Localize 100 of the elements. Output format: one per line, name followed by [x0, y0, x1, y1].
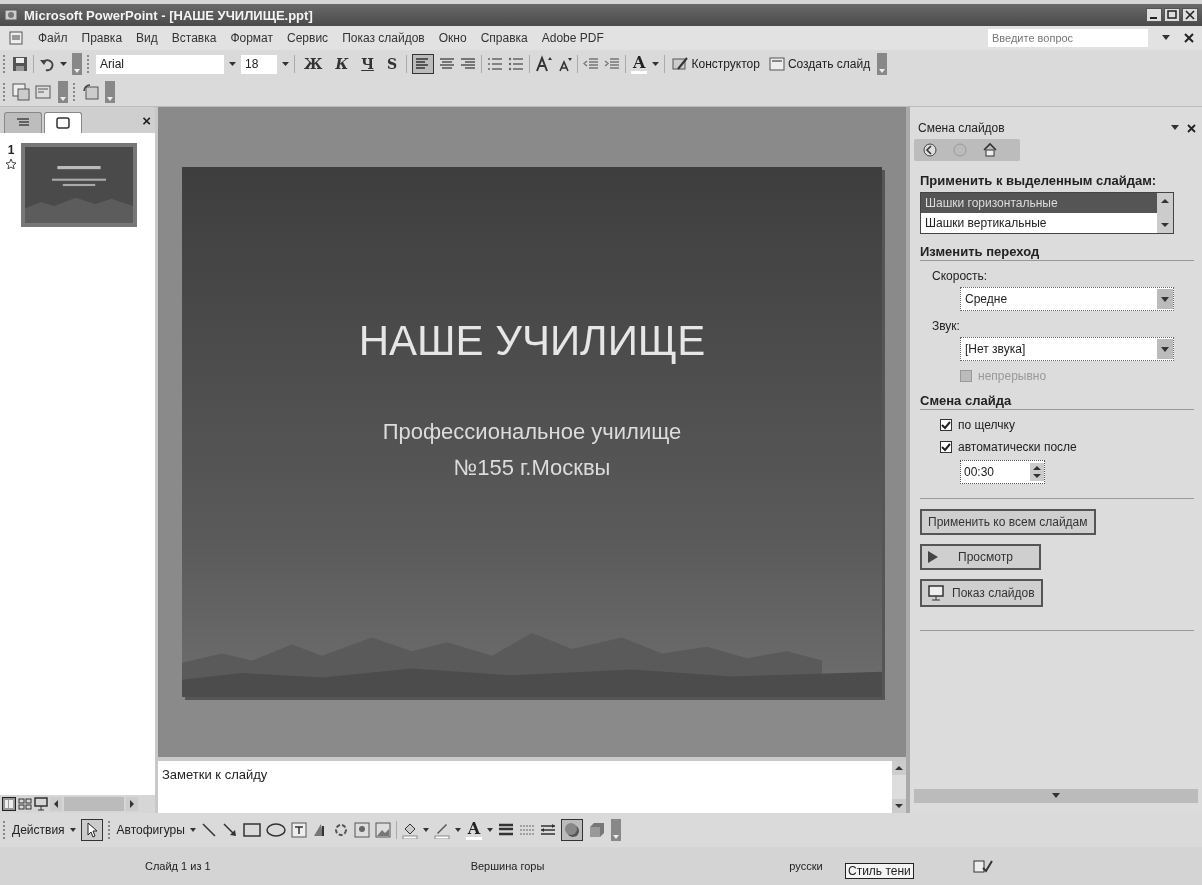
minimize-icon[interactable]	[1146, 8, 1162, 22]
3d-style-icon[interactable]	[588, 821, 607, 839]
pane-scroll-bar[interactable]	[914, 789, 1198, 803]
outline-tab[interactable]	[4, 112, 42, 133]
close-icon[interactable]	[1182, 8, 1198, 22]
clip-art-icon[interactable]	[353, 822, 370, 838]
sound-dropdown[interactable]: [Нет звука]	[960, 337, 1174, 361]
dropdown-arrow-icon[interactable]	[189, 828, 196, 832]
scroll-left-icon[interactable]	[50, 797, 62, 811]
new-slide-button[interactable]: Создать слайд	[766, 57, 873, 71]
oval-icon[interactable]	[265, 822, 286, 838]
menu-item[interactable]: Справка	[480, 31, 528, 45]
rectangle-icon[interactable]	[242, 822, 261, 838]
font-name-field[interactable]: Arial	[96, 54, 224, 74]
menu-item[interactable]: Правка	[81, 31, 123, 45]
slides-tab[interactable]	[44, 112, 82, 133]
actions-menu[interactable]: Действия	[12, 823, 65, 837]
arrow-icon[interactable]	[221, 822, 238, 838]
transition-item[interactable]: Шашки вертикальные	[921, 213, 1157, 233]
autoshapes-menu[interactable]: Автофигуры	[116, 823, 185, 837]
dropdown-arrow-icon[interactable]	[1171, 125, 1179, 131]
dropdown-arrow-icon[interactable]	[69, 828, 76, 832]
dropdown-arrow-icon[interactable]	[60, 61, 67, 67]
line-style-icon[interactable]	[498, 823, 515, 837]
align-left-icon[interactable]	[412, 54, 435, 74]
dropdown-arrow-icon[interactable]	[652, 61, 660, 67]
shadow-style-icon[interactable]	[561, 819, 584, 841]
transition-item[interactable]: Шашки горизонтальные	[921, 193, 1157, 213]
dropdown-arrow-icon[interactable]	[487, 828, 494, 832]
toolbar-options-icon[interactable]	[877, 53, 888, 75]
scroll-up-icon[interactable]	[892, 761, 906, 775]
apply-all-button[interactable]: Применить ко всем слайдам	[920, 509, 1096, 535]
bulleted-list-icon[interactable]	[508, 56, 525, 72]
menu-item[interactable]: Сервис	[287, 31, 329, 45]
dropdown-arrow-icon[interactable]	[282, 61, 289, 67]
back-icon[interactable]	[922, 142, 938, 158]
menu-item[interactable]: Вид	[136, 31, 158, 45]
slide-thumbnail[interactable]	[21, 143, 137, 227]
dropdown-arrow-icon[interactable]	[229, 61, 236, 67]
align-right-icon[interactable]	[460, 56, 477, 72]
checkbox[interactable]	[940, 419, 952, 431]
task-pane-title: Смена слайдов	[918, 121, 1005, 135]
font-color-button[interactable]: A	[631, 54, 648, 74]
menu-item[interactable]: Adobe PDF	[541, 31, 604, 45]
shadow-button[interactable]: S	[382, 56, 402, 72]
maximize-icon[interactable]	[1164, 8, 1180, 22]
picture-icon[interactable]	[374, 822, 391, 838]
slide-show-button[interactable]: Показ слайдов	[920, 579, 1043, 607]
slide-canvas[interactable]: НАШЕ УЧИЛИЩЕ Профессиональное училище №155 г.Москвы	[182, 167, 882, 697]
slide-transition-icon[interactable]	[82, 83, 100, 101]
close-button[interactable]: ×	[142, 111, 151, 129]
slide-layout-icon[interactable]	[12, 83, 30, 101]
section-heading: Смена слайда	[920, 393, 1194, 410]
checkbox[interactable]	[940, 441, 952, 453]
line-color-icon[interactable]	[433, 821, 450, 839]
close-icon[interactable]	[1187, 123, 1196, 133]
dropdown-arrow-icon[interactable]	[422, 828, 429, 832]
design-button[interactable]: Конструктор	[670, 57, 762, 71]
toolbar-options-icon[interactable]	[105, 81, 115, 103]
time-spinner[interactable]: 00:30	[960, 460, 1045, 484]
normal-view-icon[interactable]	[2, 797, 16, 811]
help-search-field[interactable]: Введите вопрос	[988, 29, 1148, 47]
save-icon[interactable]	[12, 56, 28, 72]
diagram-icon[interactable]	[332, 822, 349, 838]
home-icon[interactable]	[982, 142, 998, 158]
close-icon[interactable]	[1184, 33, 1194, 43]
menu-item[interactable]: Показ слайдов	[342, 31, 425, 45]
dropdown-arrow-icon[interactable]	[454, 828, 461, 832]
font-color-button[interactable]: A	[465, 820, 483, 840]
menu-item[interactable]: Файл	[38, 31, 68, 45]
toolbar-options-icon[interactable]	[58, 81, 68, 103]
spelling-check-icon[interactable]	[972, 858, 993, 874]
play-button[interactable]: Просмотр	[920, 544, 1041, 570]
fill-bucket-icon[interactable]	[401, 821, 418, 839]
scroll-down-icon[interactable]	[892, 799, 906, 813]
dropdown-arrow-icon[interactable]	[1162, 35, 1170, 41]
slide-sorter-icon[interactable]	[18, 797, 32, 811]
sound-label: Звук:	[932, 319, 961, 333]
slide-show-icon[interactable]	[34, 797, 48, 811]
scroll-right-icon[interactable]	[126, 797, 138, 811]
menu-item[interactable]: Вставка	[171, 31, 217, 45]
increase-font-icon[interactable]	[535, 55, 554, 73]
text-box-icon[interactable]	[290, 822, 307, 838]
underline-button[interactable]: Ч	[357, 56, 378, 72]
menu-item[interactable]: Окно	[438, 31, 467, 45]
toolbar-options-icon[interactable]	[72, 53, 82, 75]
decrease-font-icon[interactable]	[558, 56, 573, 72]
line-icon[interactable]	[200, 822, 217, 838]
select-pointer-icon[interactable]	[80, 819, 103, 841]
font-size-field[interactable]: 18	[241, 54, 277, 74]
italic-button[interactable]: К	[331, 56, 353, 72]
numbered-list-icon[interactable]	[487, 56, 504, 72]
align-center-icon[interactable]	[439, 56, 456, 72]
undo-icon[interactable]	[39, 56, 55, 72]
speed-dropdown[interactable]: Средне	[960, 287, 1174, 311]
arrow-style-icon[interactable]	[540, 823, 557, 837]
checkbox-label: автоматически после	[958, 440, 1077, 454]
toolbar-options-icon[interactable]	[611, 819, 622, 841]
bold-button[interactable]: Ж	[300, 56, 327, 72]
menu-item[interactable]: Формат	[230, 31, 274, 45]
